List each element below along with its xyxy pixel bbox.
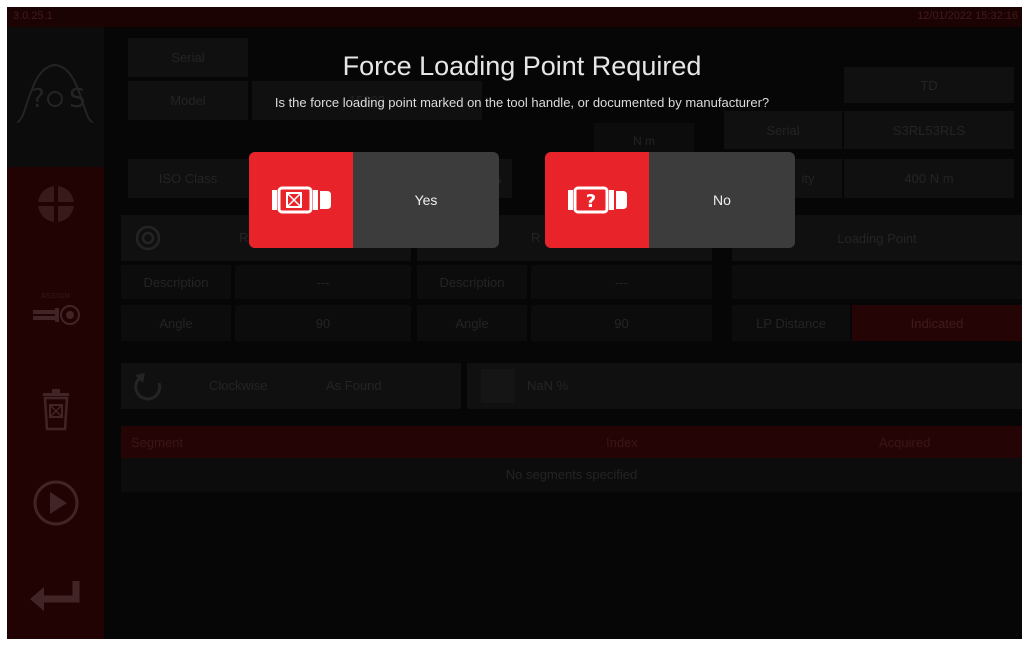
dialog-title: Force Loading Point Required	[342, 51, 702, 81]
yes-icon-area	[249, 152, 353, 248]
yes-label: Yes	[414, 192, 438, 208]
no-label: No	[713, 192, 731, 208]
no-button[interactable]: ? No	[545, 152, 795, 248]
no-icon-area: ?	[545, 152, 649, 248]
yes-button[interactable]: Yes	[249, 152, 499, 248]
handle-unknown-icon: ?	[568, 186, 627, 214]
modal-overlay: Force Loading Point Required Is the forc…	[7, 7, 1022, 639]
handle-marked-icon	[272, 186, 331, 214]
app-window: 3.0.25.1 12/01/2022 15:32:16 ? S ASSIGN	[7, 7, 1022, 639]
svg-text:?: ?	[586, 191, 596, 212]
dialog-question: Is the force loading point marked on the…	[274, 95, 770, 110]
